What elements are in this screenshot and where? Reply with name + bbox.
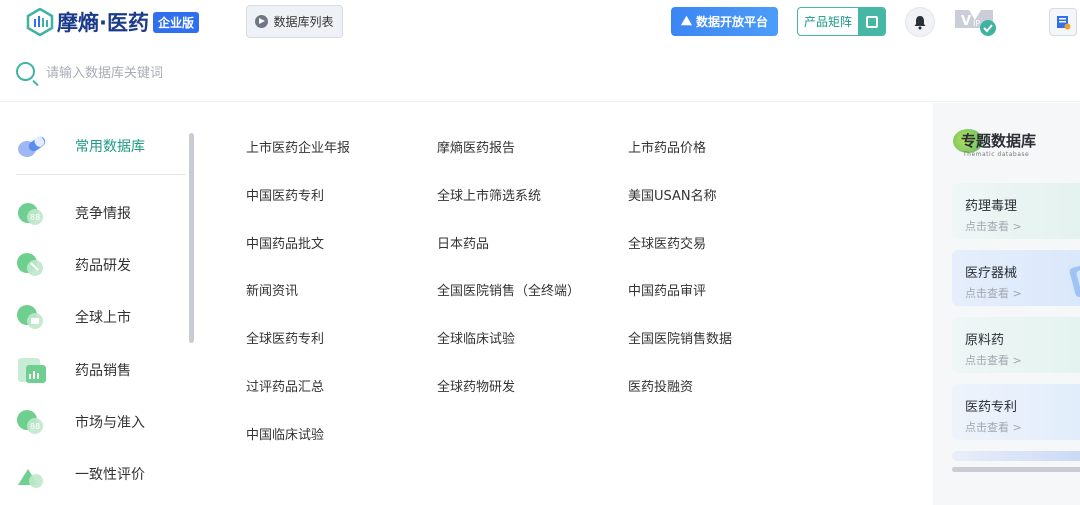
db-link[interactable]: 中国药品审评 (628, 280, 706, 299)
edition-badge: 企业版 (152, 11, 199, 33)
topic-card-pharmacology[interactable]: 药理毒理 点击查看 > (952, 183, 1080, 239)
top-header: 摩熵·医药 企业版 数据库列表 ⛰ 数据开放平台 产品矩阵 V IP (0, 0, 1080, 44)
device-illustration-icon (1069, 261, 1080, 297)
sidebar-item-label: 竞争情报 (75, 206, 131, 222)
book-icon (1057, 16, 1071, 30)
pills-icon (18, 136, 46, 157)
topic-subtitle-text: Thematic database (963, 151, 1030, 158)
sidebar-item-label: 常用数据库 (75, 139, 145, 155)
sidebar-item-label: 全球上市 (75, 310, 131, 326)
sales-chart-icon (18, 358, 46, 383)
manual-book-icon[interactable] (1049, 8, 1077, 36)
db-link[interactable]: 中国药品批文 (246, 233, 324, 252)
topic-card-link: 点击查看 > (965, 287, 1022, 300)
topic-card-partial[interactable] (952, 451, 1080, 461)
svg-text:IP: IP (973, 19, 980, 28)
research-icon (17, 253, 43, 276)
vip-badge-icon[interactable]: V IP (953, 6, 997, 38)
database-list-button[interactable]: 数据库列表 (246, 5, 343, 38)
product-matrix-label: 产品矩阵 (803, 15, 852, 29)
platform-icon: ⛰ (681, 14, 692, 29)
db-link[interactable]: 医药投融资 (628, 376, 693, 395)
topic-database-panel: 专题数据库 Thematic database 药理毒理 点击查看 > 医疗器械… (933, 103, 1080, 505)
sidebar-divider (16, 174, 186, 175)
svg-text:V: V (961, 14, 971, 29)
logo-hexagon-icon (26, 8, 54, 36)
db-link[interactable]: 全国医院销售（全终端） (437, 280, 580, 299)
topic-card-title: 原料药 (965, 333, 1005, 348)
search-icon (16, 62, 35, 81)
db-link[interactable]: 中国医药专利 (246, 185, 324, 204)
sidebar-item-drug-research[interactable]: 药品研发 (16, 245, 186, 285)
sidebar-item-drug-sales[interactable]: 药品销售 (16, 350, 186, 390)
db-link[interactable]: 摩熵医药报告 (437, 137, 515, 156)
consistency-icon (18, 469, 43, 488)
db-link[interactable]: 新闻资讯 (246, 280, 298, 299)
topic-card-title: 医疗器械 (965, 266, 1018, 281)
topic-panel-scrollbar[interactable] (952, 467, 1080, 472)
notification-bell-icon[interactable] (905, 7, 935, 37)
app-root: 摩熵·医药 企业版 数据库列表 ⛰ 数据开放平台 产品矩阵 V IP 请输入数据… (0, 0, 1080, 505)
db-link[interactable]: 全球上市筛选系统 (437, 185, 541, 204)
topic-card-medical-devices[interactable]: 医疗器械 点击查看 > (952, 250, 1080, 306)
sidebar-item-label: 一致性评价 (75, 467, 145, 483)
database-search-input[interactable] (46, 60, 646, 86)
sidebar-item-label: 市场与准入 (75, 415, 145, 431)
sidebar-item-market-access[interactable]: 88 市场与准入 (16, 402, 186, 442)
sidebar-item-common-databases[interactable]: 常用数据库 (16, 126, 186, 166)
global-launch-icon (17, 305, 43, 329)
logo-text: 摩熵·医药 (57, 11, 149, 35)
db-link[interactable]: 中国临床试验 (246, 424, 324, 443)
database-link-grid: 上市医药企业年报 中国医药专利 中国药品批文 新闻资讯 全球医药专利 过评药品汇… (198, 103, 933, 505)
db-link[interactable]: 上市药品价格 (628, 137, 706, 156)
svg-text:88: 88 (30, 213, 40, 222)
navigate-icon (255, 15, 269, 28)
product-matrix-button[interactable]: 产品矩阵 (797, 7, 886, 36)
patent-illustration-icon (1042, 388, 1080, 438)
topic-card-title: 医药专利 (965, 400, 1018, 415)
open-platform-label: 数据开放平台 (695, 15, 768, 29)
db-link[interactable]: 上市医药企业年报 (246, 137, 350, 156)
sidebar-scrollbar[interactable] (189, 133, 194, 343)
db-link[interactable]: 过评药品汇总 (246, 376, 324, 395)
db-link[interactable]: 全球药物研发 (437, 376, 515, 395)
topic-card-title: 药理毒理 (965, 199, 1018, 214)
open-data-platform-button[interactable]: ⛰ 数据开放平台 (671, 7, 778, 36)
topic-card-link: 点击查看 > (965, 421, 1022, 434)
sidebar-item-consistency-evaluation[interactable]: 一致性评价 (16, 454, 186, 494)
database-list-label: 数据库列表 (273, 15, 334, 29)
db-link[interactable]: 全球临床试验 (437, 328, 515, 347)
topic-card-pharma-patents[interactable]: 医药专利 点击查看 > (952, 384, 1080, 440)
search-bar (0, 44, 1080, 102)
matrix-icon (858, 8, 885, 35)
db-link[interactable]: 日本药品 (437, 233, 489, 252)
topic-card-link: 点击查看 > (965, 354, 1022, 367)
db-link[interactable]: 全球医药专利 (246, 328, 324, 347)
market-access-icon: 88 (17, 410, 43, 434)
topic-card-link: 点击查看 > (965, 220, 1022, 233)
sidebar-item-label: 药品销售 (75, 363, 131, 379)
sidebar-item-global-launch[interactable]: 全球上市 (16, 297, 186, 337)
topic-panel-title: 专题数据库 Thematic database (953, 129, 1036, 158)
sidebar-item-competitive-intelligence[interactable]: 88 竞争情报 (16, 193, 186, 233)
bell-icon (914, 15, 926, 29)
logo[interactable]: 摩熵·医药 企业版 (26, 6, 199, 38)
category-sidebar: 常用数据库 88 竞争情报 药品研发 全球上市 药品销售 88 市场与准入 一致… (0, 103, 198, 505)
db-link[interactable]: 全国医院销售数据 (628, 328, 732, 347)
db-link[interactable]: 全球医药交易 (628, 233, 706, 252)
svg-text:88: 88 (30, 422, 40, 431)
sidebar-item-label: 药品研发 (75, 258, 131, 274)
topic-title-text: 专题数据库 (961, 132, 1037, 150)
competition-icon: 88 (18, 203, 43, 225)
db-link[interactable]: 美国USAN名称 (628, 185, 717, 204)
topic-card-api[interactable]: 原料药 点击查看 > (952, 317, 1080, 373)
